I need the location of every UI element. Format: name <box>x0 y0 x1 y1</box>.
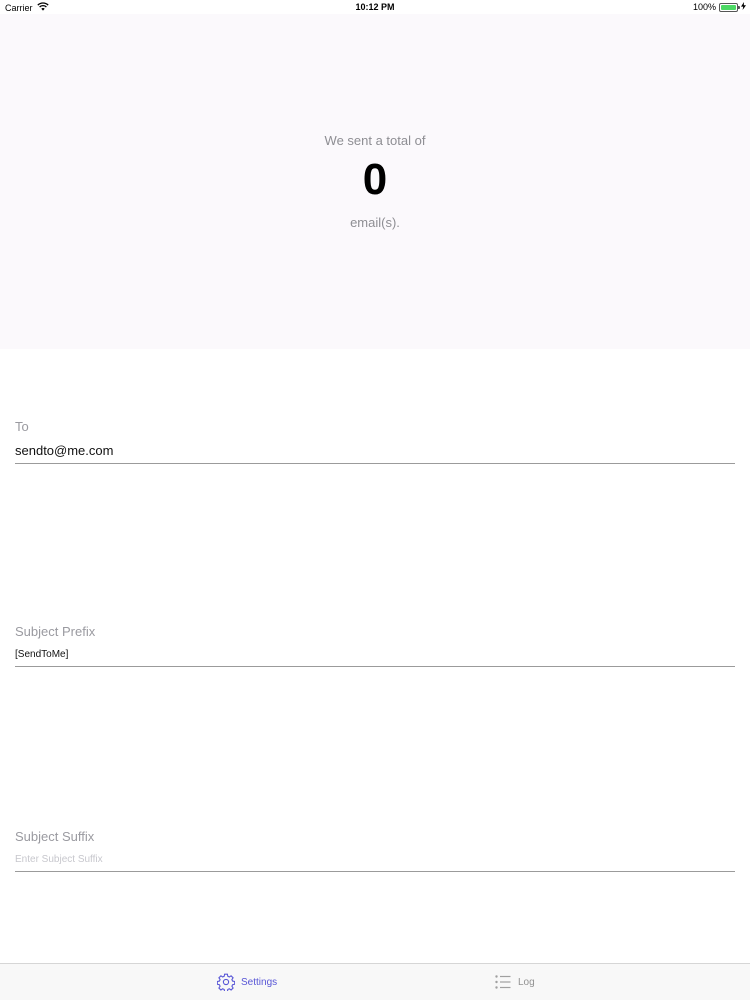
subject-prefix-field: Subject Prefix <box>15 624 735 667</box>
gear-icon <box>217 973 235 991</box>
battery-status: 100% <box>693 2 746 12</box>
subject-prefix-label: Subject Prefix <box>15 624 96 639</box>
tab-settings-label: Settings <box>241 976 278 988</box>
battery-fill <box>721 4 736 10</box>
status-bar: Carrier 10:12 PM 100% <box>0 0 750 14</box>
email-count-summary: We sent a total of 0 email(s). <box>0 14 750 349</box>
to-input[interactable] <box>15 443 735 464</box>
status-time: 10:12 PM <box>355 2 395 12</box>
tab-bar: Settings Log <box>0 963 750 1000</box>
to-field: To <box>15 419 735 464</box>
list-icon <box>494 973 512 991</box>
subject-suffix-field: Subject Suffix <box>15 829 735 872</box>
battery-percent: 100% <box>692 2 716 12</box>
tab-log-label: Log <box>518 976 535 988</box>
battery-icon <box>719 2 740 12</box>
subject-suffix-input[interactable] <box>15 854 735 872</box>
to-label: To <box>15 419 29 434</box>
summary-intro-text: We sent a total of <box>324 133 426 148</box>
subject-prefix-input[interactable] <box>15 649 735 667</box>
charging-bolt-icon <box>741 2 746 12</box>
summary-unit-text: email(s). <box>350 215 400 230</box>
email-count: 0 <box>362 155 388 204</box>
subject-suffix-label: Subject Suffix <box>15 829 95 844</box>
tab-log[interactable]: Log <box>494 964 535 1000</box>
tab-settings[interactable]: Settings <box>217 964 277 1000</box>
